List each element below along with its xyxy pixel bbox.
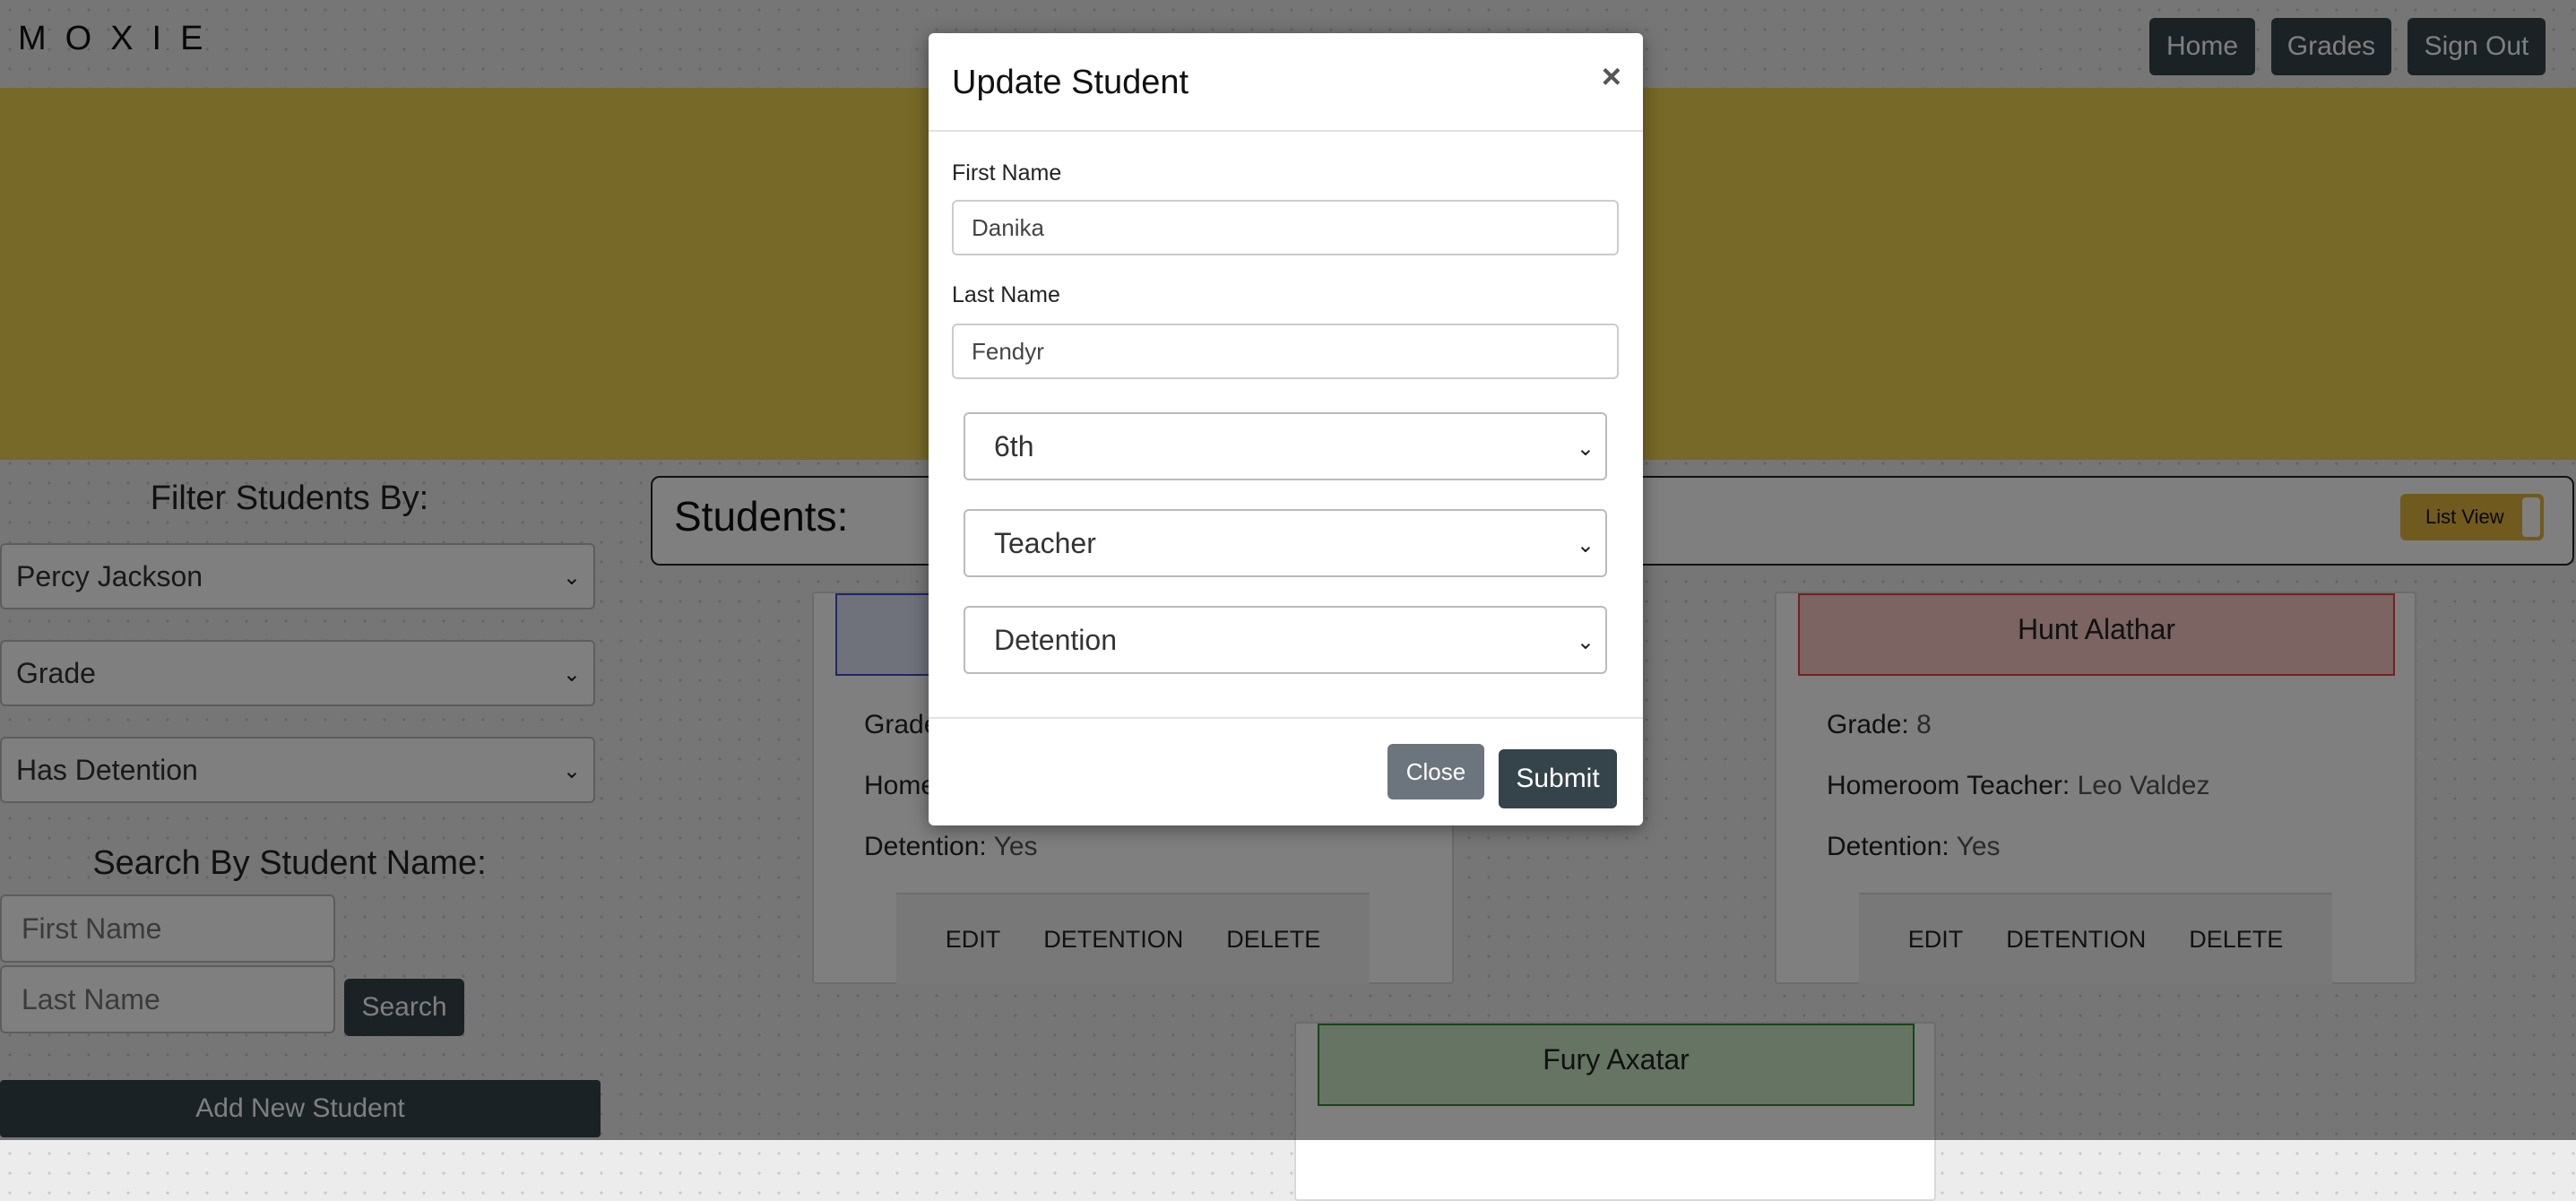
teacher-select[interactable]: Teacher ⌄ (964, 509, 1607, 577)
detention-select[interactable]: Detention ⌄ (964, 606, 1607, 674)
last-name-label: Last Name (952, 282, 1060, 307)
close-button[interactable]: Close (1387, 744, 1484, 799)
teacher-select-value: Teacher (994, 526, 1096, 559)
close-icon[interactable]: × (1602, 58, 1621, 97)
modal-footer-divider (929, 717, 1643, 719)
modal-title: Update Student (952, 64, 1189, 101)
grade-select-value: 6th (994, 429, 1034, 462)
chevron-down-icon: ⌄ (1576, 533, 1595, 557)
update-student-modal: Update Student × First Name Danika Last … (929, 33, 1643, 825)
detention-select-value: Detention (994, 623, 1117, 656)
last-name-field[interactable]: Fendyr (952, 324, 1619, 379)
chevron-down-icon: ⌄ (1576, 630, 1595, 654)
grade-select[interactable]: 6th ⌄ (964, 412, 1607, 480)
first-name-label: First Name (952, 160, 1062, 186)
first-name-field[interactable]: Danika (952, 200, 1619, 255)
modal-divider (929, 130, 1643, 132)
submit-button[interactable]: Submit (1499, 749, 1617, 808)
chevron-down-icon: ⌄ (1576, 436, 1595, 461)
